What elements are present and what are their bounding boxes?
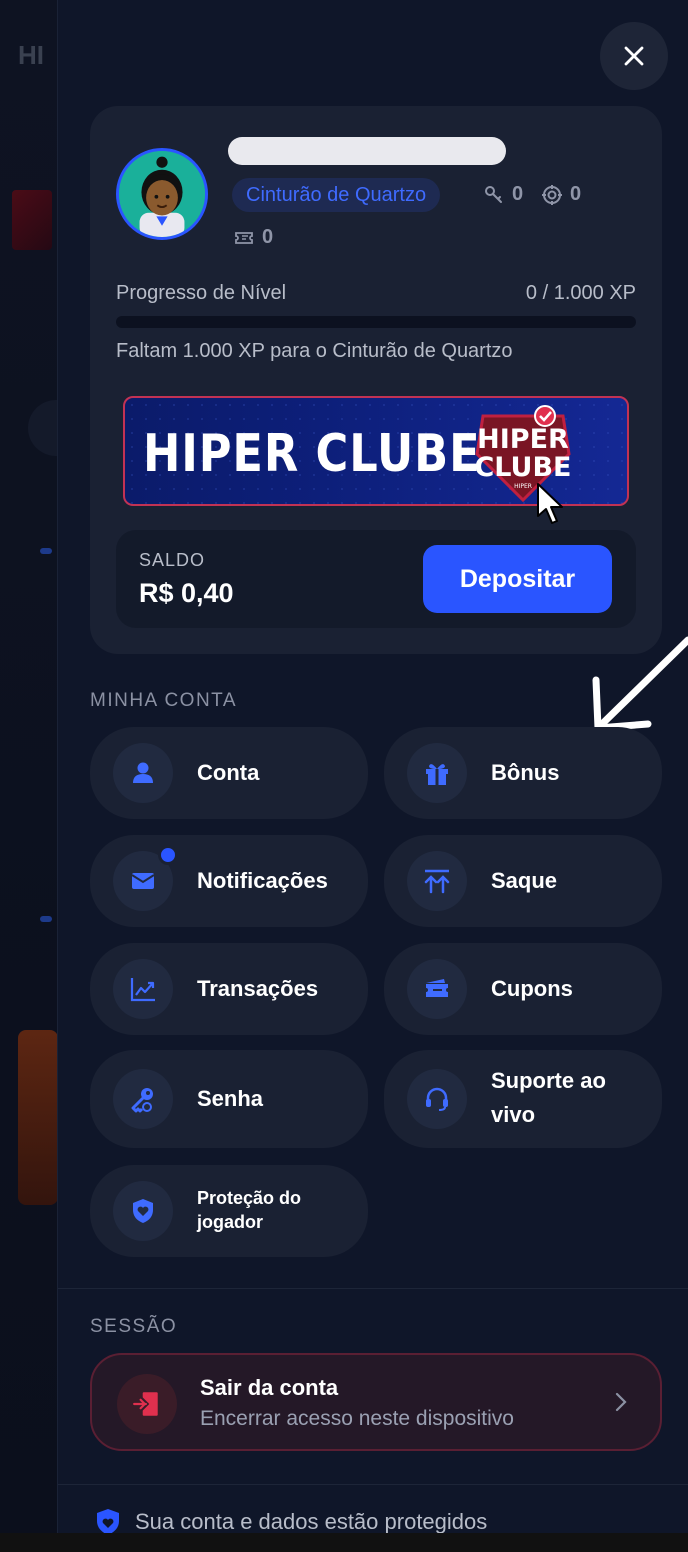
menu-protecao[interactable]: Proteção do jogador — [90, 1165, 368, 1257]
menu-saque[interactable]: Saque — [384, 835, 662, 927]
menu-senha[interactable]: Senha — [90, 1050, 368, 1148]
balance-value: R$ 0,40 — [139, 578, 234, 608]
menu-bonus-label: Bônus — [491, 760, 560, 785]
balance-box: SALDO R$ 0,40 Depositar — [116, 530, 636, 628]
avatar[interactable] — [116, 148, 208, 240]
tickets-count: 0 — [262, 226, 274, 248]
background-banner — [12, 190, 52, 250]
security-footer: Sua conta e dados estão protegidos — [95, 1508, 487, 1536]
menu-protecao-label: Proteção do jogador — [197, 1188, 302, 1232]
menu-transacoes[interactable]: Transações — [90, 943, 368, 1035]
menu-senha-label: Senha — [197, 1086, 264, 1111]
coins-stat: 0 — [542, 183, 581, 206]
background-game-tile — [18, 1030, 58, 1205]
progress-hint: Faltam 1.000 XP para o Cinturão de Quart… — [116, 340, 513, 362]
logout-button[interactable]: Sair da conta Encerrar acesso neste disp… — [90, 1353, 662, 1451]
tier-badge: Cinturão de Quartzo — [232, 178, 441, 212]
progress-value: 0 / 1.000 XP — [525, 282, 636, 304]
user-icon — [113, 743, 173, 803]
mouse-cursor-icon — [537, 483, 563, 524]
banner-text: HIPER CLUBE — [143, 424, 481, 484]
background-indicator — [40, 548, 52, 554]
gift-icon — [407, 743, 467, 803]
logo-line1: HIPER — [477, 424, 569, 455]
withdraw-icon — [407, 851, 467, 911]
menu-bonus[interactable]: Bônus — [384, 727, 662, 819]
annotation-arrow-icon — [592, 636, 688, 732]
divider — [58, 1484, 688, 1485]
session-section-title: SESSÃO — [90, 1316, 178, 1337]
divider — [58, 1288, 688, 1289]
menu-suporte[interactable]: Suporte ao vivo — [384, 1050, 662, 1148]
logo-line2: CLUBE — [474, 452, 571, 483]
footer-text: Sua conta e dados estão protegidos — [135, 1509, 488, 1534]
close-icon — [624, 46, 644, 66]
menu-conta-label: Conta — [197, 760, 260, 785]
logout-subtitle: Encerrar acesso neste dispositivo — [200, 1407, 514, 1430]
username-redacted — [228, 137, 506, 165]
balance-label: SALDO — [139, 550, 206, 570]
notification-badge — [158, 845, 178, 865]
background-logo: HI — [18, 40, 44, 70]
coins-count: 0 — [570, 183, 582, 205]
keys-count: 0 — [512, 183, 524, 205]
keys-stat: 0 — [484, 183, 523, 206]
menu-cupons-label: Cupons — [491, 976, 573, 1001]
avatar-illustration — [119, 151, 205, 237]
key-icon — [113, 1069, 173, 1129]
menu-notificacoes-label: Notificações — [197, 868, 328, 893]
menu-suporte-label: Suporte ao vivo — [491, 1068, 606, 1127]
progress-bar — [116, 316, 636, 328]
logout-title: Sair da conta — [200, 1375, 339, 1400]
profile-card: Cinturão de Quartzo 0 0 0 Progresso de N… — [90, 106, 662, 654]
progress-label: Progresso de Nível — [116, 282, 287, 304]
background-indicator — [40, 916, 52, 922]
menu-saque-label: Saque — [491, 868, 558, 893]
ticket-icon — [235, 231, 253, 244]
logout-icon — [117, 1374, 177, 1434]
close-button[interactable] — [600, 22, 668, 90]
menu-transacoes-label: Transações — [197, 976, 319, 1001]
chevron-right-icon — [615, 1392, 627, 1412]
logo-small: HIPER — [514, 483, 532, 490]
key-icon — [485, 185, 502, 203]
chart-icon — [113, 959, 173, 1019]
coupon-icon — [407, 959, 467, 1019]
tickets-stat: 0 — [234, 226, 273, 249]
menu-cupons[interactable]: Cupons — [384, 943, 662, 1035]
menu-conta[interactable]: Conta — [90, 727, 368, 819]
account-drawer: Cinturão de Quartzo 0 0 0 Progresso de N… — [57, 0, 688, 1552]
menu-notificacoes[interactable]: Notificações — [90, 835, 368, 927]
account-section-title: MINHA CONTA — [90, 690, 238, 711]
shield-heart-icon — [113, 1181, 173, 1241]
bottom-strip — [0, 1533, 688, 1552]
deposit-button[interactable]: Depositar — [423, 545, 612, 613]
shield-heart-icon — [97, 1509, 119, 1535]
target-icon — [542, 184, 562, 205]
headset-icon — [407, 1069, 467, 1129]
